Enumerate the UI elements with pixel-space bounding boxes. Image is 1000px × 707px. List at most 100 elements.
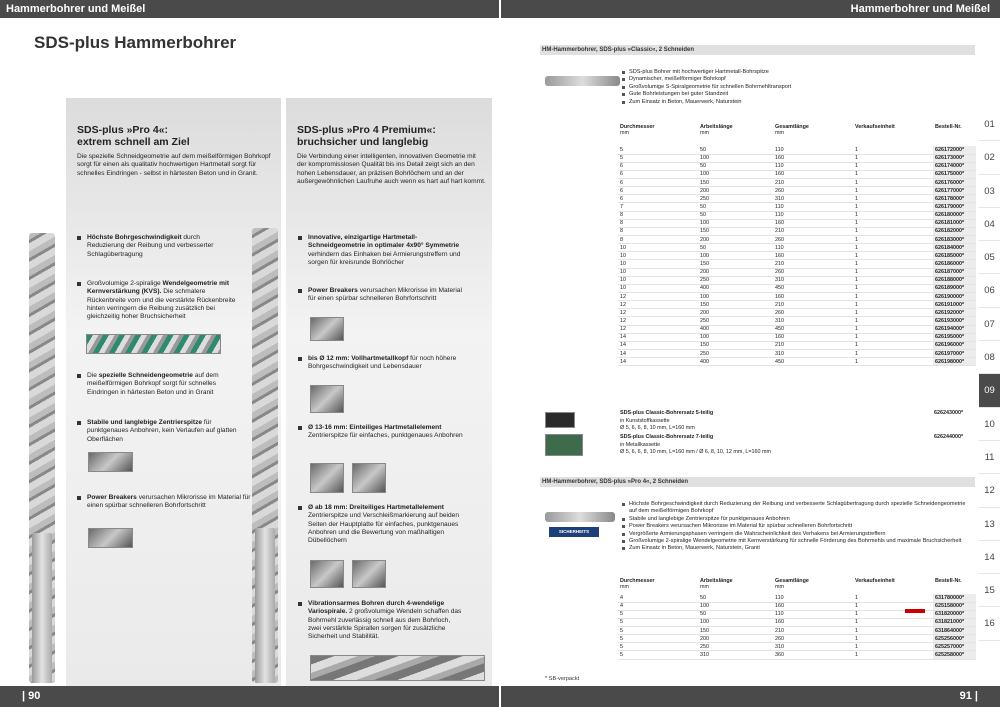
table-cell: 10 xyxy=(618,268,698,277)
set5-case: in Kunststoffkassette xyxy=(620,417,670,424)
tab-chapter-12[interactable]: 12 xyxy=(979,474,1000,508)
table-cell: 160 xyxy=(773,292,853,302)
table-row: 5 100 160 1 626173000* xyxy=(618,154,976,163)
table-cell: 250 xyxy=(698,194,773,204)
set7-case-image xyxy=(545,434,583,456)
table-cell: 8 xyxy=(618,227,698,237)
premium-intro: Die Verbindung einer intelligenten, inno… xyxy=(297,153,486,185)
premium-bullet-breakers: Power Breakers verursachen Mikrorisse im… xyxy=(298,287,463,304)
table-cell: 400 xyxy=(698,284,773,294)
table-row: 6 50 110 1 626174000* xyxy=(618,162,976,171)
premium-bullet-head13: Ø 13-16 mm: Einteiliges Hartmetallelemen… xyxy=(298,424,463,441)
table-cell: 1 xyxy=(853,594,933,603)
tab-chapter-08[interactable]: 08 xyxy=(979,341,1000,375)
feature-item: Großvolumige 2-spiralige Wendelgeometrie… xyxy=(622,538,967,545)
table-row: 14 150 210 1 626196000* xyxy=(618,341,976,351)
pro4-bullet-cutting: Die spezielle Schneidengeometrie auf dem… xyxy=(77,372,227,397)
tab-chapter-02[interactable]: 02 xyxy=(979,141,1000,175)
table-cell: 110 xyxy=(773,162,853,171)
feature-item: Höchste Bohrgeschwindigkeit durch Reduzi… xyxy=(622,501,967,516)
bullet-bold: Ø ab 18 mm: Dreiteiliges Hartmetalleleme… xyxy=(308,504,444,511)
pro4-spiral-thumb xyxy=(86,334,221,354)
tab-chapter-13[interactable]: 13 xyxy=(979,508,1000,541)
unit-label: mm xyxy=(700,130,709,136)
pro4-intro: Die spezielle Schneidgeometrie auf dem m… xyxy=(77,153,271,177)
pro4-bullet-speed: Höchste Bohrgeschwindigkeit durch Reduzi… xyxy=(77,234,227,259)
table-cell: 450 xyxy=(773,357,853,367)
bullet-bold: Innovative, einzigartige Hartmetall-Schn… xyxy=(308,234,460,250)
premium-drill-image xyxy=(252,228,278,683)
tab-chapter-09[interactable]: 09 xyxy=(979,374,1000,408)
order-number-cell: 631780000* xyxy=(933,594,976,603)
tab-chapter-04[interactable]: 04 xyxy=(979,208,1000,242)
classic-product-table: Durchmesser Arbeitslänge Gesamtlänge Ver… xyxy=(618,124,976,367)
order-number-cell: 626174000* xyxy=(933,162,976,171)
tab-chapter-10[interactable]: 10 xyxy=(979,408,1000,441)
feature-item: SDS-plus Bohrer mit hochwertiger Hartmet… xyxy=(622,69,962,76)
table-cell: 1 xyxy=(853,316,933,326)
tab-chapter-11[interactable]: 11 xyxy=(979,441,1000,475)
tab-chapter-16[interactable]: 16 xyxy=(979,607,1000,641)
tab-chapter-05[interactable]: 05 xyxy=(979,241,1000,275)
table-cell: 110 xyxy=(773,211,853,220)
table-cell: 14 xyxy=(618,357,698,367)
table-cell: 310 xyxy=(773,642,853,652)
premium-heading-line2: bruchsicher und langlebig xyxy=(297,136,429,148)
table-cell: 50 xyxy=(698,211,773,220)
pro4-bullet-breakers: Power Breakers verursachen Mikrorisse im… xyxy=(77,494,252,511)
set7-sizes: Ø 5, 6, 6, 8, 10 mm, L=160 mm / Ø 6, 8, … xyxy=(620,449,772,456)
table-cell: 7 xyxy=(618,202,698,212)
bullet-bold: bis Ø 12 mm: Vollhartmetallkopf xyxy=(308,355,409,362)
table-cell: 14 xyxy=(618,349,698,359)
table-cell: 1 xyxy=(853,235,933,245)
tab-chapter-01[interactable]: 01 xyxy=(979,108,1000,142)
table-cell: 1 xyxy=(853,650,933,660)
table-cell: 210 xyxy=(773,341,853,351)
table-cell: 8 xyxy=(618,235,698,245)
left-page-header: Hammerbohrer und Meißel xyxy=(0,0,499,18)
premium-head13-thumb xyxy=(310,463,344,493)
order-number-cell: 626193000* xyxy=(933,316,976,326)
order-number-cell: 625258000* xyxy=(933,650,976,660)
table-cell: 4 xyxy=(618,602,698,611)
order-number-cell: 631864000* xyxy=(933,626,976,636)
table-cell: 160 xyxy=(773,251,853,261)
table-cell: 12 xyxy=(618,308,698,318)
premium-bullet-geometry: Innovative, einzigartige Hartmetall-Schn… xyxy=(298,234,463,267)
table-cell: 400 xyxy=(698,325,773,334)
unit-label: mm xyxy=(700,584,709,590)
table-cell: 10 xyxy=(618,243,698,253)
table-cell: 110 xyxy=(773,610,853,619)
table-cell: 450 xyxy=(773,284,853,294)
table-cell: 260 xyxy=(773,186,853,196)
tab-chapter-14[interactable]: 14 xyxy=(979,541,1000,575)
pro4-section-bar: HM-Hammerbohrer, SDS-plus »Pro 4«, 2 Sch… xyxy=(540,477,975,487)
classic-drill-image xyxy=(545,76,620,86)
tab-chapter-03[interactable]: 03 xyxy=(979,175,1000,208)
tab-chapter-07[interactable]: 07 xyxy=(979,308,1000,342)
table-row: 12 200 260 1 626192000* xyxy=(618,308,976,318)
pro4-drill-image xyxy=(29,233,55,683)
table-cell: 210 xyxy=(773,227,853,237)
table-cell: 1 xyxy=(853,219,933,228)
table-cell: 200 xyxy=(698,235,773,245)
order-number-cell: 626181000* xyxy=(933,219,976,228)
table-cell: 200 xyxy=(698,186,773,196)
order-number-cell: 631821000* xyxy=(933,618,976,628)
table-cell: 310 xyxy=(773,349,853,359)
table-cell: 260 xyxy=(773,634,853,644)
table-row: 5 250 310 1 625257000* xyxy=(618,642,976,652)
footnote: * SB-verpackt xyxy=(545,676,580,682)
tab-chapter-15[interactable]: 15 xyxy=(979,574,1000,608)
table-row: 4 50 110 1 631780000* xyxy=(618,594,976,603)
table-row: 6 250 310 1 626178000* xyxy=(618,194,976,204)
table-cell: 250 xyxy=(698,316,773,326)
table-cell: 50 xyxy=(698,202,773,212)
table-cell: 100 xyxy=(698,333,773,342)
table-row: 7 50 110 1 626179000* xyxy=(618,202,976,212)
table-cell: 1 xyxy=(853,357,933,367)
tab-chapter-06[interactable]: 06 xyxy=(979,274,1000,308)
safety-badge: SICHERHEITS xyxy=(549,527,599,537)
table-cell: 1 xyxy=(853,308,933,318)
table-cell: 50 xyxy=(698,594,773,603)
